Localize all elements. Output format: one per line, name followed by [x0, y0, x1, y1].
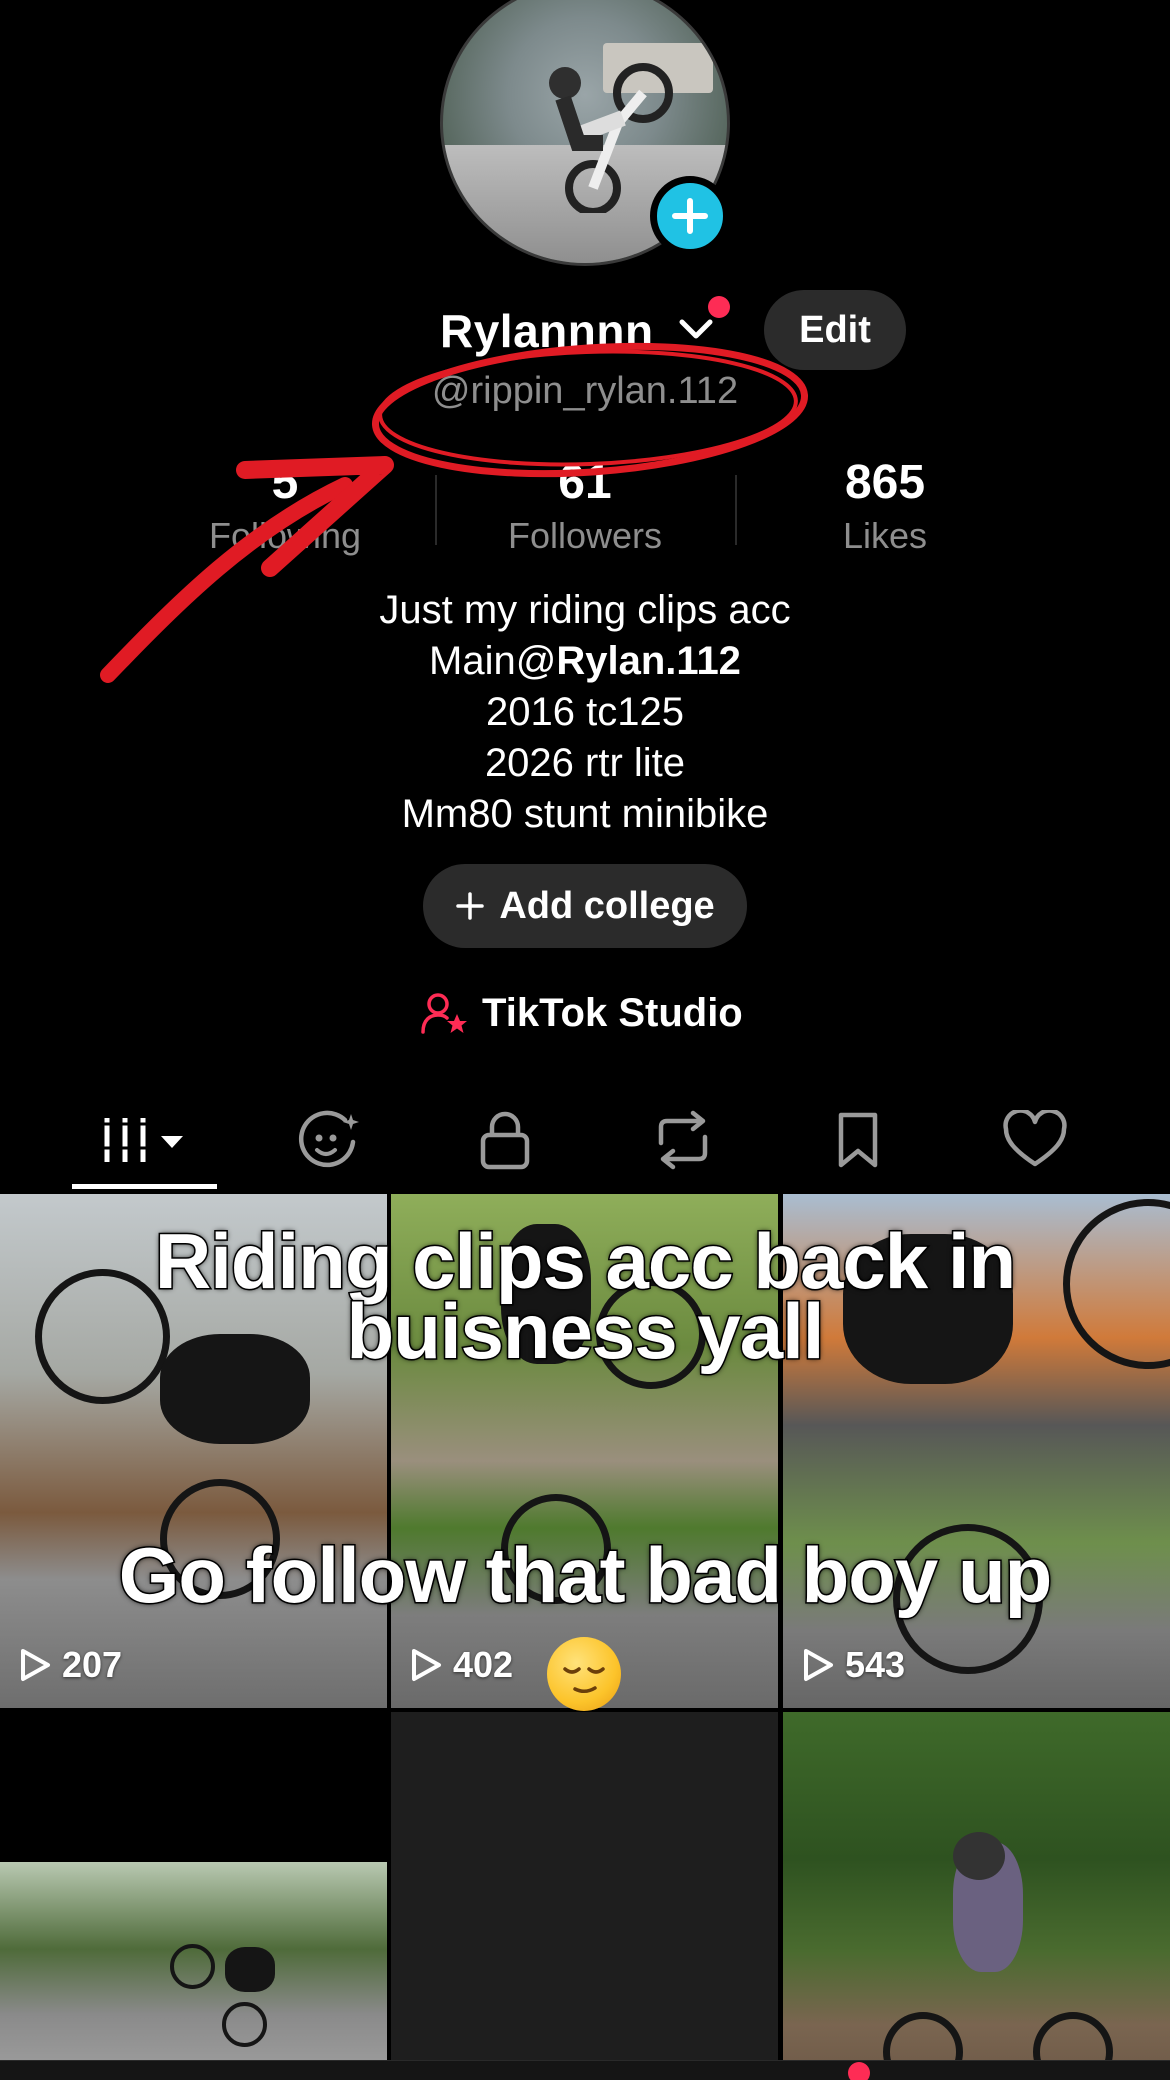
bio-line: Just my riding clips acc: [379, 588, 791, 632]
active-tab-indicator: [72, 1184, 217, 1189]
video-caption-overlay: Riding clips acc back in buisness yall: [0, 1217, 1170, 1375]
video-caption-overlay: Go follow that bad boy up: [0, 1531, 1170, 1619]
view-count-value: 543: [845, 1644, 906, 1685]
notification-dot: [708, 296, 730, 318]
bio-line: 2016 tc125: [486, 690, 684, 734]
bio-main-prefix: Main@: [429, 639, 557, 683]
ai-face-icon: [298, 1110, 359, 1168]
likes-stat[interactable]: 865 Likes: [735, 455, 1035, 557]
view-count-value: 402: [453, 1644, 514, 1685]
tab-private[interactable]: [425, 1090, 585, 1190]
add-college-button[interactable]: Add college: [423, 864, 747, 948]
tab-ai-self[interactable]: [250, 1090, 410, 1190]
video-thumbnail[interactable]: [783, 1712, 1170, 2080]
likes-count: 865: [844, 456, 926, 509]
tab-reposts[interactable]: [603, 1090, 763, 1190]
bike-wheel: [170, 1944, 215, 1989]
add-college-label: Add college: [499, 884, 715, 927]
play-icon: [804, 1649, 833, 1681]
profile-name-row: Rylannnn Edit: [0, 286, 1170, 370]
following-label: Following: [208, 515, 362, 556]
tiktok-studio-label: TikTok Studio: [482, 990, 743, 1035]
followers-count: 61: [558, 456, 612, 509]
video-thumbnail-image: [0, 1862, 387, 2080]
rider-helmet: [953, 1832, 1005, 1880]
display-name[interactable]: Rylannnn: [440, 304, 654, 358]
view-count: 402: [409, 1644, 513, 1686]
profile-content-tabs: [0, 1090, 1170, 1190]
video-thumbnail[interactable]: [0, 1712, 387, 2080]
likes-label: Likes: [842, 515, 928, 556]
caption-line: buisness yall: [345, 1287, 826, 1375]
profile-avatar-container[interactable]: [440, 0, 730, 266]
rider-figure: [225, 1947, 275, 1992]
bio-line: Main@Rylan.112: [0, 636, 1170, 687]
tab-liked[interactable]: [955, 1090, 1115, 1190]
heart-icon: [1003, 1110, 1067, 1167]
bookmark-icon: [838, 1112, 878, 1168]
repost-icon: [658, 1110, 708, 1170]
edit-profile-button[interactable]: Edit: [764, 290, 906, 370]
videos-grid-icon: [103, 1118, 183, 1162]
plus-icon: [672, 198, 708, 234]
chevron-down-icon[interactable]: [678, 316, 714, 344]
emoji-features: [563, 1667, 605, 1693]
play-icon: [412, 1649, 441, 1681]
avatar-rider-image: [549, 63, 673, 213]
bio-line: Mm80 stunt minibike: [401, 792, 769, 836]
followers-stat[interactable]: 61 Followers: [435, 455, 735, 557]
studio-person-star-icon: [421, 993, 467, 1034]
username-handle: @rippin_rylan.112: [431, 370, 739, 412]
caption-line: Riding clips acc back in: [153, 1217, 1017, 1305]
caption-line: Go follow that bad boy up: [117, 1531, 1054, 1619]
view-count: 207: [18, 1644, 122, 1686]
view-count-value: 207: [62, 1644, 123, 1685]
lock-icon: [480, 1111, 530, 1170]
profile-bio: Just my riding clips acc Main@Rylan.112 …: [0, 585, 1170, 840]
followers-label: Followers: [507, 515, 663, 556]
following-stat[interactable]: 5 Following: [135, 455, 435, 557]
plus-icon: [456, 892, 485, 920]
tiktok-studio-link[interactable]: TikTok Studio: [420, 985, 743, 1041]
tab-videos[interactable]: [65, 1090, 225, 1190]
relieved-face-emoji: [547, 1637, 621, 1711]
profile-stats: 5 Following 61 Followers 865 Likes: [0, 455, 1170, 560]
video-thumbnail-loading[interactable]: [391, 1712, 778, 2080]
tab-favorites[interactable]: [778, 1090, 938, 1190]
bottom-navigation-bar[interactable]: [0, 2060, 1170, 2080]
bio-mention-link[interactable]: Rylan.112: [556, 639, 741, 683]
play-icon: [21, 1649, 50, 1681]
notification-dot: [848, 2062, 870, 2080]
add-story-button[interactable]: [650, 176, 730, 256]
view-count: 543: [801, 1644, 905, 1686]
bio-line: 2026 rtr lite: [484, 741, 686, 785]
following-count: 5: [271, 456, 299, 509]
bike-wheel: [222, 2002, 267, 2047]
